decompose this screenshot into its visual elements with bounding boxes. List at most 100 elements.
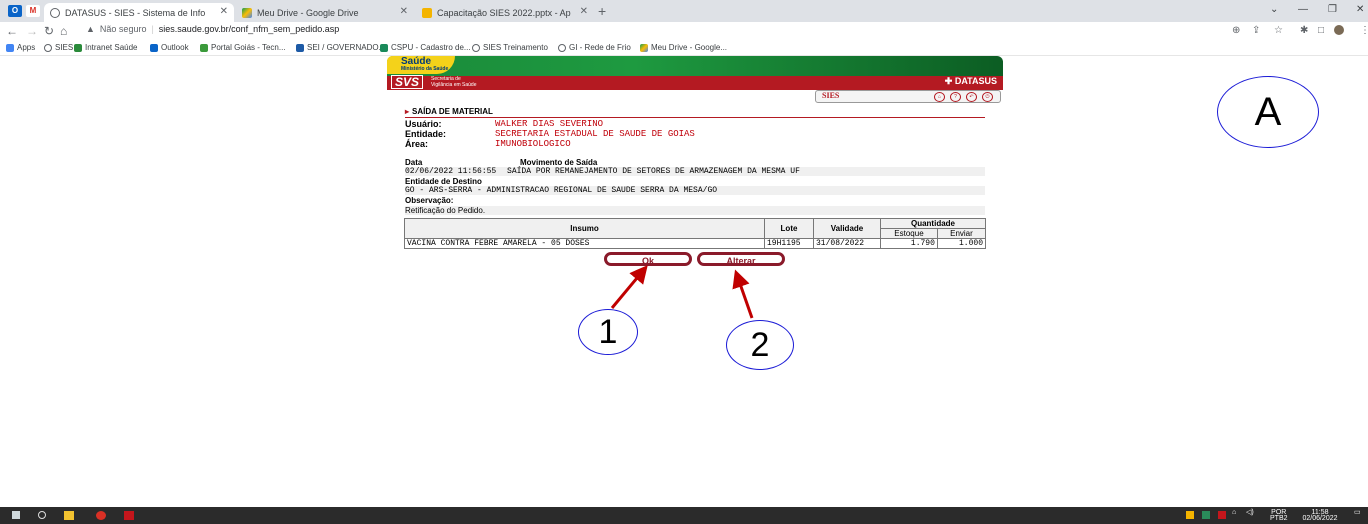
area-value: IMUNOBIOLOGICO	[495, 139, 571, 149]
zoom-icon[interactable]: ⊕	[1232, 25, 1240, 36]
bookmark-intranet[interactable]: Intranet Saúde	[74, 43, 137, 52]
col-estoque: Estoque	[880, 228, 938, 239]
sei-icon	[296, 43, 304, 52]
bookmark-sei[interactable]: SEI / GOVERNADO...	[296, 43, 385, 52]
close-icon[interactable]: ✕	[400, 6, 408, 17]
observacao-label-row: Observação:	[405, 196, 985, 205]
tray-app-icon-3[interactable]	[1218, 511, 1226, 519]
col-lote: Lote	[764, 218, 814, 239]
gmail-pinned-tab[interactable]: M	[26, 5, 40, 17]
bookmark-sies-treinamento[interactable]: SIES Treinamento	[472, 43, 548, 52]
help-nav-icon[interactable]: ?	[950, 92, 961, 102]
close-icon[interactable]: ✕	[220, 6, 228, 17]
bookmark-sies[interactable]: SIES	[44, 43, 73, 52]
table-row: VACINA CONTRA FEBRE AMARELA - 05 DOSES 1…	[404, 238, 987, 249]
alterar-button[interactable]: Alterar	[697, 252, 785, 266]
bookmark-outlook[interactable]: Outlook	[150, 43, 189, 52]
arrow-1	[610, 265, 648, 309]
separator: |	[151, 24, 154, 34]
data-value: 02/06/2022 11:56:55	[405, 167, 497, 176]
windows-taskbar: ⌂ ◁) POR PTB2 11:58 02/06/2022 ▭	[0, 507, 1368, 524]
datasus-logo: ✚ DATASUS	[944, 76, 997, 86]
banner-green	[387, 56, 1003, 76]
cell-estoque: 1.790	[880, 238, 938, 249]
acrobat-icon[interactable]	[124, 511, 134, 520]
cell-enviar[interactable]: 1.000	[936, 238, 987, 249]
observacao-value: Retificação do Pedido.	[405, 206, 486, 215]
destino-value: GO - ARS-SERRA - ADMINISTRACAO REGIONAL …	[405, 186, 718, 195]
data-header-row: Data Movimento de Saída	[405, 158, 985, 167]
usuario-label: Usuário:	[405, 119, 442, 129]
star-icon[interactable]: ☆	[1274, 25, 1283, 36]
minimize-button[interactable]: —	[1298, 4, 1308, 15]
outlook-pinned-tab[interactable]: O	[8, 5, 22, 17]
restore-button[interactable]: ❐	[1328, 4, 1337, 15]
page-content: Saúde Ministério da Saúde SVS Secretaria…	[0, 56, 1368, 507]
notifications-icon[interactable]: ▭	[1354, 509, 1361, 516]
clock[interactable]: 11:58 02/06/2022	[1298, 509, 1342, 522]
extensions-icon[interactable]: ✱	[1300, 25, 1308, 36]
ok-button[interactable]: Ok	[604, 252, 692, 266]
tab-label: DATASUS - SIES - Sistema de Info	[65, 7, 206, 18]
language-indicator[interactable]: POR PTB2	[1270, 509, 1288, 522]
browser-toolbar: ← → ↻ ⌂ ▲ Não seguro | sies.saude.gov.br…	[0, 22, 1368, 41]
table-header-row: Insumo Lote Validade Quantidade	[404, 218, 986, 239]
outlook-icon	[150, 43, 158, 52]
reload-icon[interactable]: ↻	[44, 24, 54, 38]
globe-icon	[558, 43, 566, 52]
data-label: Data	[405, 158, 423, 167]
bookmark-cspu[interactable]: CSPU - Cadastro de...	[380, 43, 471, 52]
usuario-row: Usuário: WALKER DIAS SEVERINO	[405, 119, 985, 129]
destino-label: Entidade de Destino	[405, 177, 482, 186]
entidade-row: Entidade: SECRETARIA ESTADUAL DE SAUDE D…	[405, 129, 985, 139]
tab-strip: O M DATASUS - SIES - Sistema de Info ✕ M…	[0, 0, 1368, 22]
network-icon[interactable]: ⌂	[1232, 509, 1236, 516]
file-explorer-icon[interactable]	[64, 511, 74, 520]
bookmark-apps[interactable]: Apps	[6, 43, 35, 52]
slides-icon	[422, 7, 432, 18]
close-window-button[interactable]: ✕	[1356, 4, 1364, 15]
profile-avatar[interactable]	[1334, 25, 1344, 35]
tab-label: Capacitação SIES 2022.pptx - Ap	[437, 7, 571, 18]
intranet-icon	[74, 43, 82, 52]
tab-search-icon[interactable]: ⌄	[1270, 4, 1278, 15]
exit-nav-icon[interactable]: ⏻	[982, 92, 993, 102]
share-icon[interactable]: ⇪	[1252, 25, 1260, 36]
home-icon[interactable]: ⌂	[60, 24, 67, 38]
back-icon[interactable]: ←	[6, 24, 18, 38]
address-bar[interactable]: ▲ Não seguro | sies.saude.gov.br/conf_nf…	[86, 24, 339, 34]
area-row: Área: IMUNOBIOLOGICO	[405, 139, 985, 149]
annotation-a: A	[1217, 76, 1319, 148]
chrome-icon[interactable]	[96, 511, 106, 520]
back-nav-icon[interactable]: ↶	[966, 92, 977, 102]
tab-drive[interactable]: Meu Drive - Google Drive ✕	[236, 3, 414, 22]
menu-icon[interactable]: ⋮	[1360, 25, 1368, 36]
windows-start-icon[interactable]	[12, 511, 20, 519]
usuario-value: WALKER DIAS SEVERINO	[495, 119, 604, 129]
entidade-value: SECRETARIA ESTADUAL DE SAUDE DE GOIAS	[495, 129, 695, 139]
sidepanel-icon[interactable]: □	[1318, 25, 1324, 36]
security-label: Não seguro	[99, 24, 147, 34]
sies-logo: SIES	[822, 91, 840, 100]
bookmark-portal-goias[interactable]: Portal Goiás - Tecn...	[200, 43, 286, 52]
tab-datasus[interactable]: DATASUS - SIES - Sistema de Info ✕	[44, 3, 234, 22]
bookmark-meu-drive[interactable]: Meu Drive - Google...	[640, 43, 727, 52]
bookmark-gi-rede[interactable]: GI - Rede de Frio	[558, 43, 631, 52]
tray-app-icon-1[interactable]	[1186, 511, 1194, 519]
tray-app-icon-2[interactable]	[1202, 511, 1210, 519]
volume-icon[interactable]: ◁)	[1246, 509, 1254, 516]
col-enviar: Enviar	[936, 228, 987, 239]
search-icon[interactable]	[38, 511, 46, 519]
url-text[interactable]: sies.saude.gov.br/conf_nfm_sem_pedido.as…	[159, 24, 339, 34]
movimento-label: Movimento de Saída	[520, 158, 598, 167]
new-tab-button[interactable]: +	[598, 3, 606, 19]
globe-icon	[44, 43, 52, 52]
close-icon[interactable]: ✕	[580, 6, 588, 17]
data-value-row: 02/06/2022 11:56:55 SAÍDA POR REMANEJAME…	[405, 167, 985, 176]
forward-icon[interactable]: →	[26, 24, 38, 38]
cell-validade: 31/08/2022	[813, 238, 881, 249]
portal-icon	[200, 43, 208, 52]
home-nav-icon[interactable]: ⌂	[934, 92, 945, 102]
tab-slides[interactable]: Capacitação SIES 2022.pptx - Ap ✕	[416, 3, 594, 22]
cell-insumo: VACINA CONTRA FEBRE AMARELA - 05 DOSES	[404, 238, 765, 249]
